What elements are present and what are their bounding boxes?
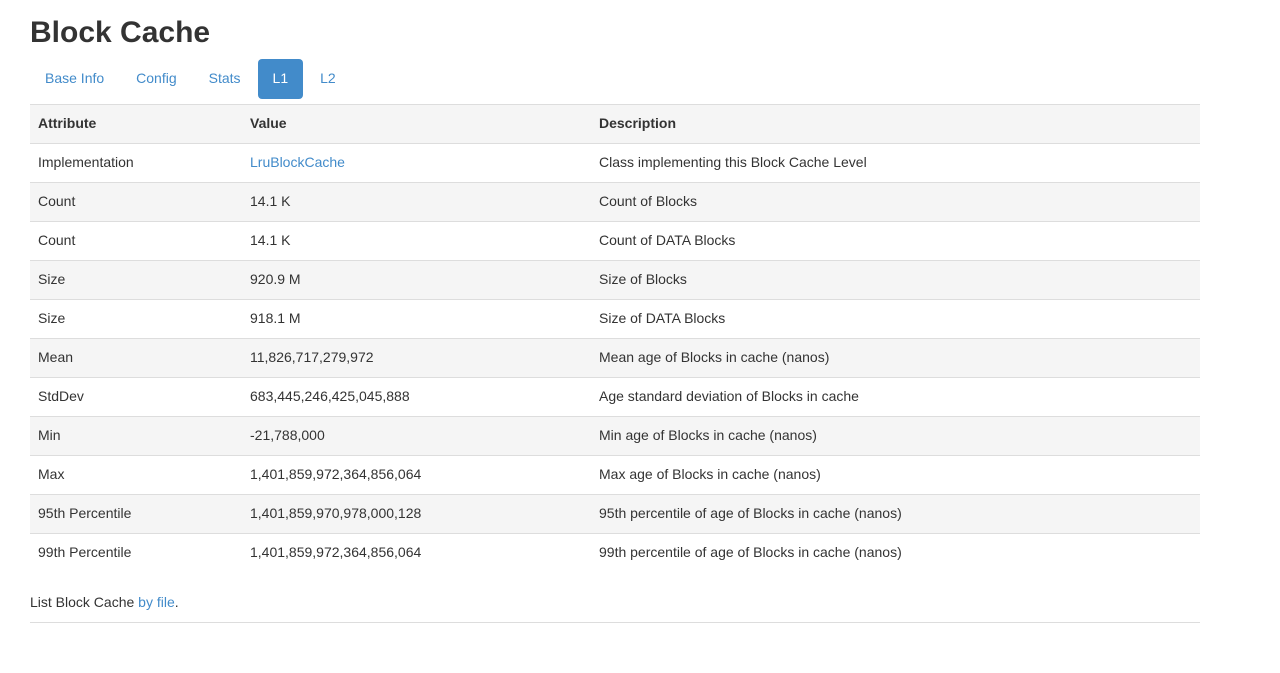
attribute-cell: Count xyxy=(30,221,242,260)
table-row: 95th Percentile1,401,859,970,978,000,128… xyxy=(30,494,1200,533)
table-row: Size920.9 MSize of Blocks xyxy=(30,260,1200,299)
table-row: Min-21,788,000Min age of Blocks in cache… xyxy=(30,416,1200,455)
attribute-cell: StdDev xyxy=(30,377,242,416)
table-row: Count14.1 KCount of DATA Blocks xyxy=(30,221,1200,260)
block-cache-tabs: Base InfoConfigStatsL1L2 xyxy=(30,59,1200,99)
block-cache-table: Attribute Value Description Implementati… xyxy=(30,104,1200,572)
value-cell: 14.1 K xyxy=(242,182,591,221)
value-cell: 683,445,246,425,045,888 xyxy=(242,377,591,416)
description-cell: 99th percentile of age of Blocks in cach… xyxy=(591,533,1200,571)
attribute-cell: Implementation xyxy=(30,143,242,182)
description-cell: Age standard deviation of Blocks in cach… xyxy=(591,377,1200,416)
by-file-link[interactable]: by file xyxy=(138,594,175,610)
attribute-cell: Min xyxy=(30,416,242,455)
description-cell: Size of DATA Blocks xyxy=(591,299,1200,338)
page: Block Cache Base InfoConfigStatsL1L2 Att… xyxy=(0,16,1280,673)
table-row: StdDev683,445,246,425,045,888Age standar… xyxy=(30,377,1200,416)
tab-item-base-info: Base Info xyxy=(30,59,119,99)
bottom-divider xyxy=(30,622,1200,623)
tab-stats[interactable]: Stats xyxy=(194,59,256,99)
attribute-cell: 95th Percentile xyxy=(30,494,242,533)
column-header-description: Description xyxy=(591,104,1200,143)
description-cell: Mean age of Blocks in cache (nanos) xyxy=(591,338,1200,377)
description-cell: Class implementing this Block Cache Leve… xyxy=(591,143,1200,182)
footer-text: List Block Cache by file. xyxy=(30,594,1200,610)
value-cell: LruBlockCache xyxy=(242,143,591,182)
table-row: Mean11,826,717,279,972Mean age of Blocks… xyxy=(30,338,1200,377)
table-row: 99th Percentile1,401,859,972,364,856,064… xyxy=(30,533,1200,571)
value-cell: 1,401,859,970,978,000,128 xyxy=(242,494,591,533)
description-cell: Min age of Blocks in cache (nanos) xyxy=(591,416,1200,455)
attribute-cell: Count xyxy=(30,182,242,221)
tab-base-info[interactable]: Base Info xyxy=(30,59,119,99)
value-cell: 1,401,859,972,364,856,064 xyxy=(242,455,591,494)
value-cell: 14.1 K xyxy=(242,221,591,260)
tab-item-l2: L2 xyxy=(305,59,351,99)
description-cell: Count of Blocks xyxy=(591,182,1200,221)
description-cell: Max age of Blocks in cache (nanos) xyxy=(591,455,1200,494)
tab-l1[interactable]: L1 xyxy=(258,59,304,99)
value-cell: -21,788,000 xyxy=(242,416,591,455)
attribute-cell: Size xyxy=(30,299,242,338)
table-header-row: Attribute Value Description xyxy=(30,104,1200,143)
footer-prefix: List Block Cache xyxy=(30,594,134,610)
value-cell: 920.9 M xyxy=(242,260,591,299)
table-row: Max1,401,859,972,364,856,064Max age of B… xyxy=(30,455,1200,494)
tab-config[interactable]: Config xyxy=(121,59,191,99)
table-row: Count14.1 KCount of Blocks xyxy=(30,182,1200,221)
attribute-cell: 99th Percentile xyxy=(30,533,242,571)
description-cell: Size of Blocks xyxy=(591,260,1200,299)
description-cell: 95th percentile of age of Blocks in cach… xyxy=(591,494,1200,533)
value-link[interactable]: LruBlockCache xyxy=(250,154,345,170)
value-cell: 11,826,717,279,972 xyxy=(242,338,591,377)
column-header-value: Value xyxy=(242,104,591,143)
table-row: Size918.1 MSize of DATA Blocks xyxy=(30,299,1200,338)
description-cell: Count of DATA Blocks xyxy=(591,221,1200,260)
attribute-cell: Max xyxy=(30,455,242,494)
table-row: Implementation LruBlockCache Class impleme… xyxy=(30,143,1200,182)
tab-item-l1: L1 xyxy=(258,59,304,99)
page-title: Block Cache xyxy=(30,16,1200,49)
column-header-attribute: Attribute xyxy=(30,104,242,143)
tab-item-stats: Stats xyxy=(194,59,256,99)
tab-item-config: Config xyxy=(121,59,191,99)
block-cache-container: Block Cache Base InfoConfigStatsL1L2 Att… xyxy=(30,16,1200,623)
footer-suffix: . xyxy=(175,594,179,610)
tab-l2[interactable]: L2 xyxy=(305,59,351,99)
value-cell: 918.1 M xyxy=(242,299,591,338)
attribute-cell: Mean xyxy=(30,338,242,377)
attribute-cell: Size xyxy=(30,260,242,299)
value-cell: 1,401,859,972,364,856,064 xyxy=(242,533,591,571)
